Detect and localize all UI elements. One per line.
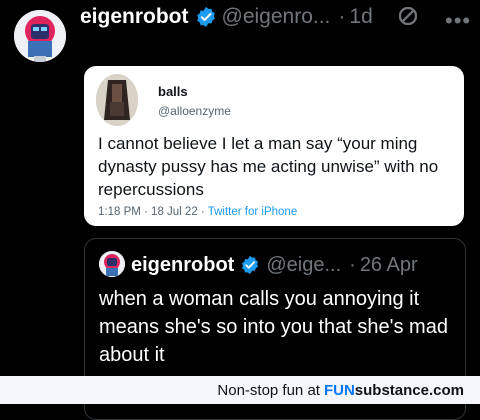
watermark-bar: Non-stop fun at FUNsubstance.com (0, 376, 480, 404)
author-handle[interactable]: @eige... (266, 254, 341, 277)
tweet-time[interactable]: 26 Apr (360, 254, 418, 277)
watermark-brand[interactable]: FUNsubstance.com (324, 382, 464, 399)
author-name[interactable]: eigenrobot (131, 254, 234, 277)
avatar[interactable] (96, 74, 138, 126)
tweet-time[interactable]: 1d (349, 5, 372, 29)
author-handle[interactable]: @alloenzyme (158, 104, 231, 118)
watermark-brand-prefix: FUN (323, 381, 355, 399)
verified-icon (196, 7, 215, 27)
author-handle[interactable]: @eigenro... (222, 5, 331, 29)
author-row: eigenrobot @eigenro... · 1d (80, 2, 373, 32)
avatar[interactable] (14, 10, 66, 62)
watermark-text: Non-stop fun at (217, 381, 320, 399)
tweet-header: eigenrobot @eigenro... · 1d ••• (0, 0, 480, 62)
avatar[interactable] (99, 251, 125, 277)
author-name[interactable]: eigenrobot (80, 5, 189, 29)
watermark-brand-suffix: substance.com (354, 381, 464, 399)
author-name[interactable]: balls (158, 84, 188, 99)
tweet-text: I cannot believe I let a man say “your m… (98, 134, 439, 199)
separator-dot: · (338, 5, 346, 28)
tweet-meta: 1:18 PM · 18 Jul 22 · Twitter for iPhone (98, 206, 297, 218)
more-icon[interactable]: ••• (445, 8, 471, 34)
separator-dot: · (349, 253, 356, 276)
quote-author-row: eigenrobot @eige... · 26 Apr (131, 251, 418, 279)
tweet-text: when a woman calls you annoying it means… (99, 288, 448, 366)
tweet-timestamp: 1:18 PM · 18 Jul 22 · (98, 206, 208, 218)
mute-icon[interactable] (396, 4, 420, 28)
quoted-tweet-image: balls @alloenzyme I cannot believe I let… (84, 66, 464, 226)
tweet-source[interactable]: Twitter for iPhone (208, 206, 297, 218)
verified-icon (242, 255, 259, 275)
